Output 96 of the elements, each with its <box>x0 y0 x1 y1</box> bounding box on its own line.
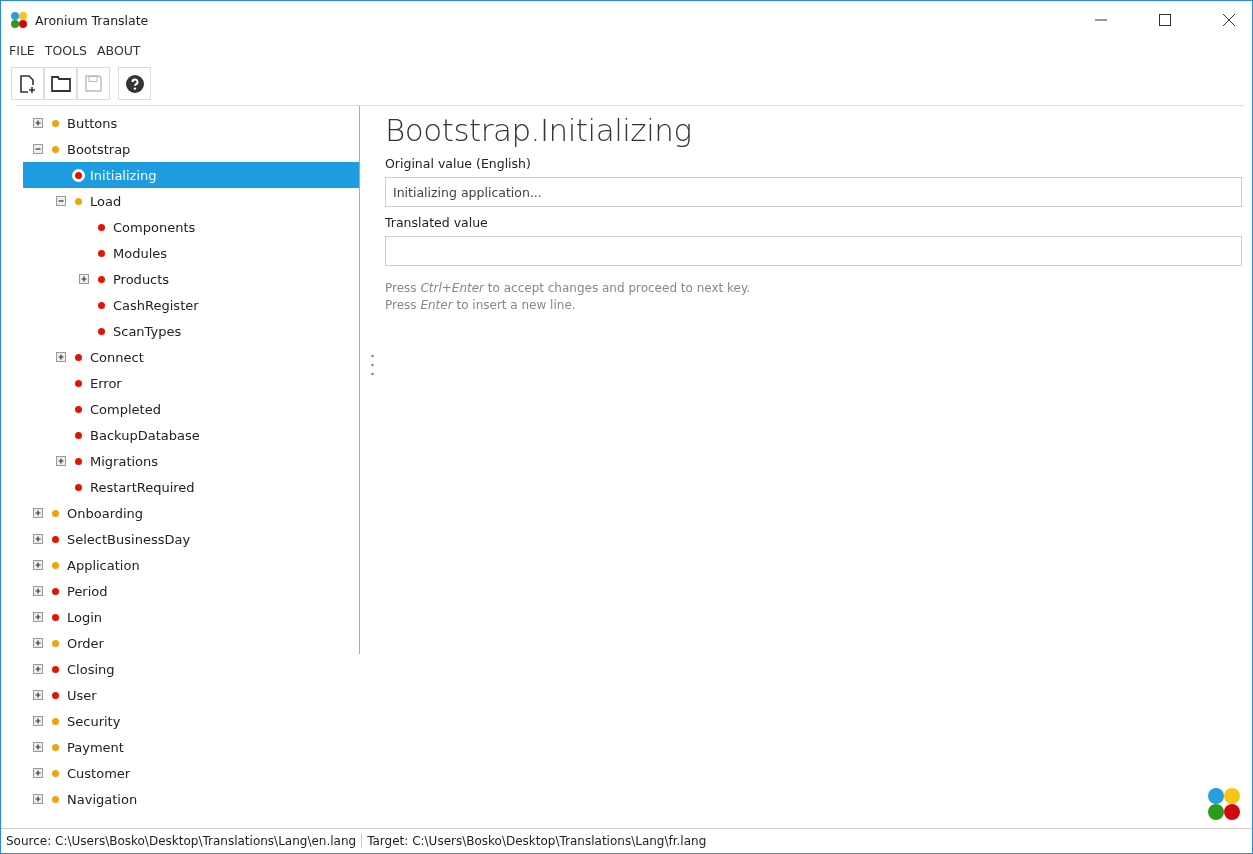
tree-item-label: Connect <box>90 349 144 365</box>
expand-icon[interactable] <box>33 612 43 622</box>
translated-value-field[interactable] <box>385 236 1242 266</box>
hint-text: Press Enter to insert a new line. <box>385 297 577 314</box>
folder-icon <box>50 75 71 92</box>
save-icon <box>85 75 102 92</box>
expand-icon[interactable] <box>33 586 43 596</box>
status-text: Target: C:\Users\Bosko\Desktop\Translations\Lang\fr.lang <box>366 834 708 848</box>
tree-item[interactable]: Application <box>23 552 359 578</box>
tree-item[interactable]: Error <box>23 370 359 396</box>
collapse-icon[interactable] <box>33 144 43 154</box>
tree-item-label: Initializing <box>90 167 157 183</box>
maximize-icon <box>1159 14 1171 26</box>
tree-item-label: Order <box>67 635 104 651</box>
field-label: Translated value <box>385 215 489 230</box>
field-label: Original value (English) <box>385 156 532 171</box>
minimize-icon <box>1095 19 1107 21</box>
tree-item-label: SelectBusinessDay <box>67 531 191 547</box>
app-logo-icon <box>11 12 27 28</box>
tree-item-label: Migrations <box>90 453 159 469</box>
tree-item[interactable]: ScanTypes <box>23 318 359 344</box>
toolbar-button[interactable] <box>118 67 151 100</box>
tree-item[interactable]: Bootstrap <box>23 136 359 162</box>
window-title: Aronium Translate <box>35 12 150 28</box>
expand-icon[interactable] <box>79 274 89 284</box>
tree-item[interactable]: Completed <box>23 396 359 422</box>
app-logo-icon <box>1208 788 1240 820</box>
tree-item[interactable]: Closing <box>23 656 359 682</box>
expand-icon[interactable] <box>33 508 43 518</box>
tree-item-label: Completed <box>90 401 161 417</box>
tree-item-label: Navigation <box>67 791 138 807</box>
menu-item[interactable]: FILE <box>9 43 35 61</box>
tree-item[interactable]: User <box>23 682 359 708</box>
tree-item[interactable]: CashRegister <box>23 292 359 318</box>
tree-item-label: RestartRequired <box>90 479 195 495</box>
tree-item[interactable]: Payment <box>23 734 359 760</box>
tree-item[interactable]: Connect <box>23 344 359 370</box>
tree-item-label: Buttons <box>67 115 118 131</box>
tree-item-label: Period <box>67 583 108 599</box>
tree-item-label: Onboarding <box>67 505 144 521</box>
tree-item[interactable]: Customer <box>23 760 359 786</box>
tree-item-label: Login <box>67 609 103 625</box>
tree-item[interactable]: Modules <box>23 240 359 266</box>
tree-item[interactable]: SelectBusinessDay <box>23 526 359 552</box>
menu-item[interactable]: ABOUT <box>96 43 141 61</box>
tree-item-label: ScanTypes <box>113 323 182 339</box>
close-icon <box>1223 14 1235 26</box>
expand-icon[interactable] <box>33 664 43 674</box>
tree-item-label: Closing <box>67 661 115 677</box>
tree-item[interactable]: RestartRequired <box>23 474 359 500</box>
new-file-icon <box>18 73 37 94</box>
tree-item-label: Load <box>90 193 122 209</box>
tree-item[interactable]: Period <box>23 578 359 604</box>
tree-item[interactable]: Login <box>23 604 359 630</box>
hint-text: Press Ctrl+Enter to accept changes and proceed to next key. <box>385 280 752 297</box>
tree-item-label: Customer <box>67 765 131 781</box>
expand-icon[interactable] <box>33 534 43 544</box>
tree-item-label: Application <box>67 557 140 573</box>
tree-item[interactable]: Security <box>23 708 359 734</box>
tree-item-label: Products <box>113 271 170 287</box>
collapse-icon[interactable] <box>56 196 66 206</box>
tree-item-label: Error <box>90 375 122 391</box>
toolbar-button[interactable] <box>11 67 44 100</box>
original-value-field[interactable]: Initializing application... <box>385 177 1242 207</box>
expand-icon[interactable] <box>33 560 43 570</box>
tree-item[interactable]: Navigation <box>23 786 359 812</box>
tree-item-label: CashRegister <box>113 297 199 313</box>
tree-item[interactable]: Components <box>23 214 359 240</box>
tree-item-label: BackupDatabase <box>90 427 200 443</box>
help-icon <box>125 74 144 93</box>
tree-item[interactable]: Migrations <box>23 448 359 474</box>
tree-item[interactable]: Onboarding <box>23 500 359 526</box>
tree-item[interactable]: Order <box>23 630 359 656</box>
key-title: Bootstrap.Initializing <box>385 112 693 148</box>
toolbar-button[interactable] <box>44 67 77 100</box>
expand-icon[interactable] <box>33 638 43 648</box>
expand-icon[interactable] <box>33 690 43 700</box>
menu-item[interactable]: TOOLS <box>44 43 87 61</box>
status-text: Source: C:\Users\Bosko\Desktop\Translations\Lang\en.lang <box>1 834 363 848</box>
expand-icon[interactable] <box>33 716 43 726</box>
tree-item-label: Security <box>67 713 121 729</box>
tree-item[interactable]: Load <box>23 188 359 214</box>
expand-icon[interactable] <box>56 456 66 466</box>
expand-icon[interactable] <box>56 352 66 362</box>
tree-item-label: Components <box>113 219 196 235</box>
expand-icon[interactable] <box>33 118 43 128</box>
tree-item[interactable]: BackupDatabase <box>23 422 359 448</box>
tree-item[interactable]: Buttons <box>23 110 359 136</box>
expand-icon[interactable] <box>33 742 43 752</box>
tree-item-label: Payment <box>67 739 124 755</box>
tree-item-label: Modules <box>113 245 168 261</box>
tree-item[interactable]: Products <box>23 266 359 292</box>
expand-icon[interactable] <box>33 794 43 804</box>
expand-icon[interactable] <box>33 768 43 778</box>
tree-item-label: Bootstrap <box>67 141 131 157</box>
tree-item-label: User <box>67 687 97 703</box>
